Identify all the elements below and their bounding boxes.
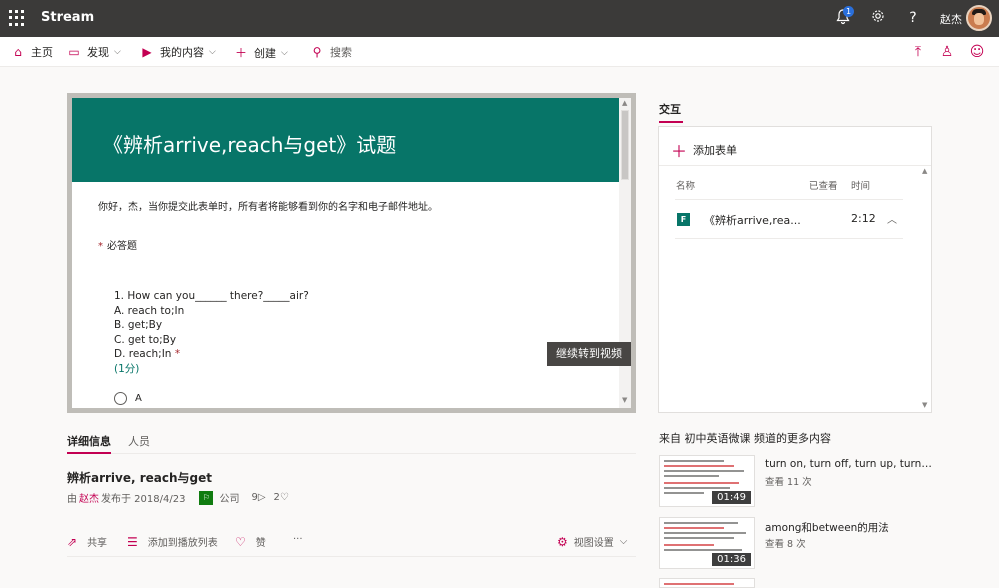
video-duration: 01:49 xyxy=(712,491,751,504)
views-count: 9▷ xyxy=(251,492,266,503)
more-from-channel-title: 来自 初中英语微课 频道的更多内容 xyxy=(659,432,831,445)
user-icon[interactable]: ♙ xyxy=(939,44,955,60)
nav-item-create[interactable]: ＋ 创建 ⌵ xyxy=(234,44,288,61)
share-icon: ⇗ xyxy=(67,534,78,549)
radio-button[interactable] xyxy=(114,392,127,405)
interaction-row-name[interactable]: 《辨析arrive,rea... xyxy=(704,212,801,228)
author-link[interactable]: 赵杰 xyxy=(79,490,99,505)
question-1: 1. How can you______ there?_____air? A. … xyxy=(114,289,619,376)
nav-item-discover[interactable]: ▭ 发现 ⌵ xyxy=(67,44,121,60)
my-content-icon: ▶ xyxy=(142,45,152,59)
chevron-down-icon: ⌵ xyxy=(281,47,288,58)
user-name[interactable]: 赵杰 xyxy=(940,11,962,27)
search-box[interactable]: ⚲ 搜索 xyxy=(310,44,352,60)
question-score: (1分) xyxy=(114,362,140,375)
add-form-button[interactable]: ＋添加表单 xyxy=(671,138,737,162)
video-title: 辨析arrive, reach与get xyxy=(67,471,213,485)
upload-icon[interactable]: ⤒ xyxy=(910,44,926,60)
share-button[interactable]: ⇗ 共享 xyxy=(67,534,107,550)
video-thumbnail[interactable] xyxy=(659,578,755,588)
forms-icon: F xyxy=(677,213,690,226)
form-content[interactable]: 《辨析arrive,reach与get》试题 你好，杰，当你提交此表单时，所有者… xyxy=(72,98,619,408)
nav-item-my-content[interactable]: ▶ 我的内容 ⌵ xyxy=(140,44,216,60)
continue-to-video-button[interactable]: 继续转到视频 xyxy=(547,342,631,366)
video-thumbnail[interactable]: 01:49 xyxy=(659,455,755,507)
avatar[interactable] xyxy=(966,5,992,31)
detail-tabs: 详细信息 人员 xyxy=(67,430,636,454)
likes-count: 2♡ xyxy=(273,492,289,503)
feedback-smiley-icon[interactable]: ☺ xyxy=(969,44,985,60)
recommended-video-views: 查看 11 次 xyxy=(765,477,812,488)
gear-icon: ⚙ xyxy=(557,534,568,549)
plus-icon: ＋ xyxy=(671,142,688,161)
required-note: * 必答题 xyxy=(98,241,137,252)
chevron-down-icon: ⌵ xyxy=(209,47,216,57)
playlist-add-icon: ☰ xyxy=(127,534,138,549)
nav-item-home[interactable]: ⌂ 主页 xyxy=(11,44,53,60)
app-launcher-icon[interactable] xyxy=(9,10,25,26)
recommended-video[interactable]: 01:36 among和between的用法 查看 8 次 xyxy=(659,517,959,569)
video-actions: ⇗ 共享 ☰ 添加到播放列表 ♡ 赞 ··· ⚙ 视图设置 ⌵ xyxy=(67,533,636,557)
recommended-video-partial[interactable] xyxy=(659,578,959,588)
company-visibility-icon: ⚐ xyxy=(199,490,214,505)
column-time: 时间 xyxy=(851,181,871,192)
chevron-up-icon[interactable]: ︿ xyxy=(887,211,897,226)
heart-icon: ♡ xyxy=(235,534,246,549)
panel-scrollbar[interactable]: ▲ ▼ xyxy=(921,165,931,412)
recommended-video-views: 查看 8 次 xyxy=(765,539,806,550)
app-title[interactable]: Stream xyxy=(41,10,94,25)
form-title: 《辨析arrive,reach与get》试题 xyxy=(72,98,619,182)
plus-icon: ＋ xyxy=(234,46,247,60)
notification-count-badge: 1 xyxy=(843,6,854,17)
interaction-panel: ＋添加表单 名称 已查看 时间 F 《辨析arrive,rea... 2:12 … xyxy=(658,126,932,413)
top-bar: Stream 1 ? 赵杰 xyxy=(0,0,999,37)
like-button[interactable]: ♡ 赞 xyxy=(235,534,266,550)
chevron-down-icon: ⌵ xyxy=(114,47,121,57)
video-duration: 01:36 xyxy=(712,553,751,566)
interaction-title: 交互 xyxy=(659,103,681,116)
tab-details[interactable]: 详细信息 xyxy=(67,433,111,454)
add-to-playlist-button[interactable]: ☰ 添加到播放列表 xyxy=(127,534,218,550)
recommended-video-title[interactable]: turn on, turn off, turn up, turn do... xyxy=(765,458,935,470)
settings-gear-icon[interactable] xyxy=(869,9,887,27)
column-viewed: 已查看 xyxy=(809,181,838,192)
column-name: 名称 xyxy=(676,181,696,192)
view-settings-button[interactable]: ⚙ 视图设置 ⌵ xyxy=(557,534,627,550)
answer-option-a[interactable]: A xyxy=(114,392,619,405)
tab-people[interactable]: 人员 xyxy=(128,433,150,449)
form-intro: 你好，杰，当你提交此表单时，所有者将能够看到你的名字和电子邮件地址。 xyxy=(98,202,438,213)
video-thumbnail[interactable]: 01:36 xyxy=(659,517,755,569)
home-icon: ⌂ xyxy=(14,45,22,59)
recommended-video-title[interactable]: among和between的用法 xyxy=(765,520,935,535)
video-meta: 由 赵杰 发布于 2018/4/23 ⚐ 公司 9▷ 2♡ xyxy=(67,490,289,505)
discover-icon: ▭ xyxy=(68,45,80,59)
recommended-video[interactable]: 01:49 turn on, turn off, turn up, turn d… xyxy=(659,455,959,507)
search-icon: ⚲ xyxy=(312,45,322,59)
interaction-row-time[interactable]: 2:12 xyxy=(851,212,876,225)
more-options-button[interactable]: ··· xyxy=(293,534,303,545)
nav-bar: ⌂ 主页 ▭ 发现 ⌵ ▶ 我的内容 ⌵ ＋ 创建 ⌵ ⚲ 搜索 ⤒ ♙ ☺ xyxy=(0,37,999,67)
help-icon[interactable]: ? xyxy=(904,9,922,27)
